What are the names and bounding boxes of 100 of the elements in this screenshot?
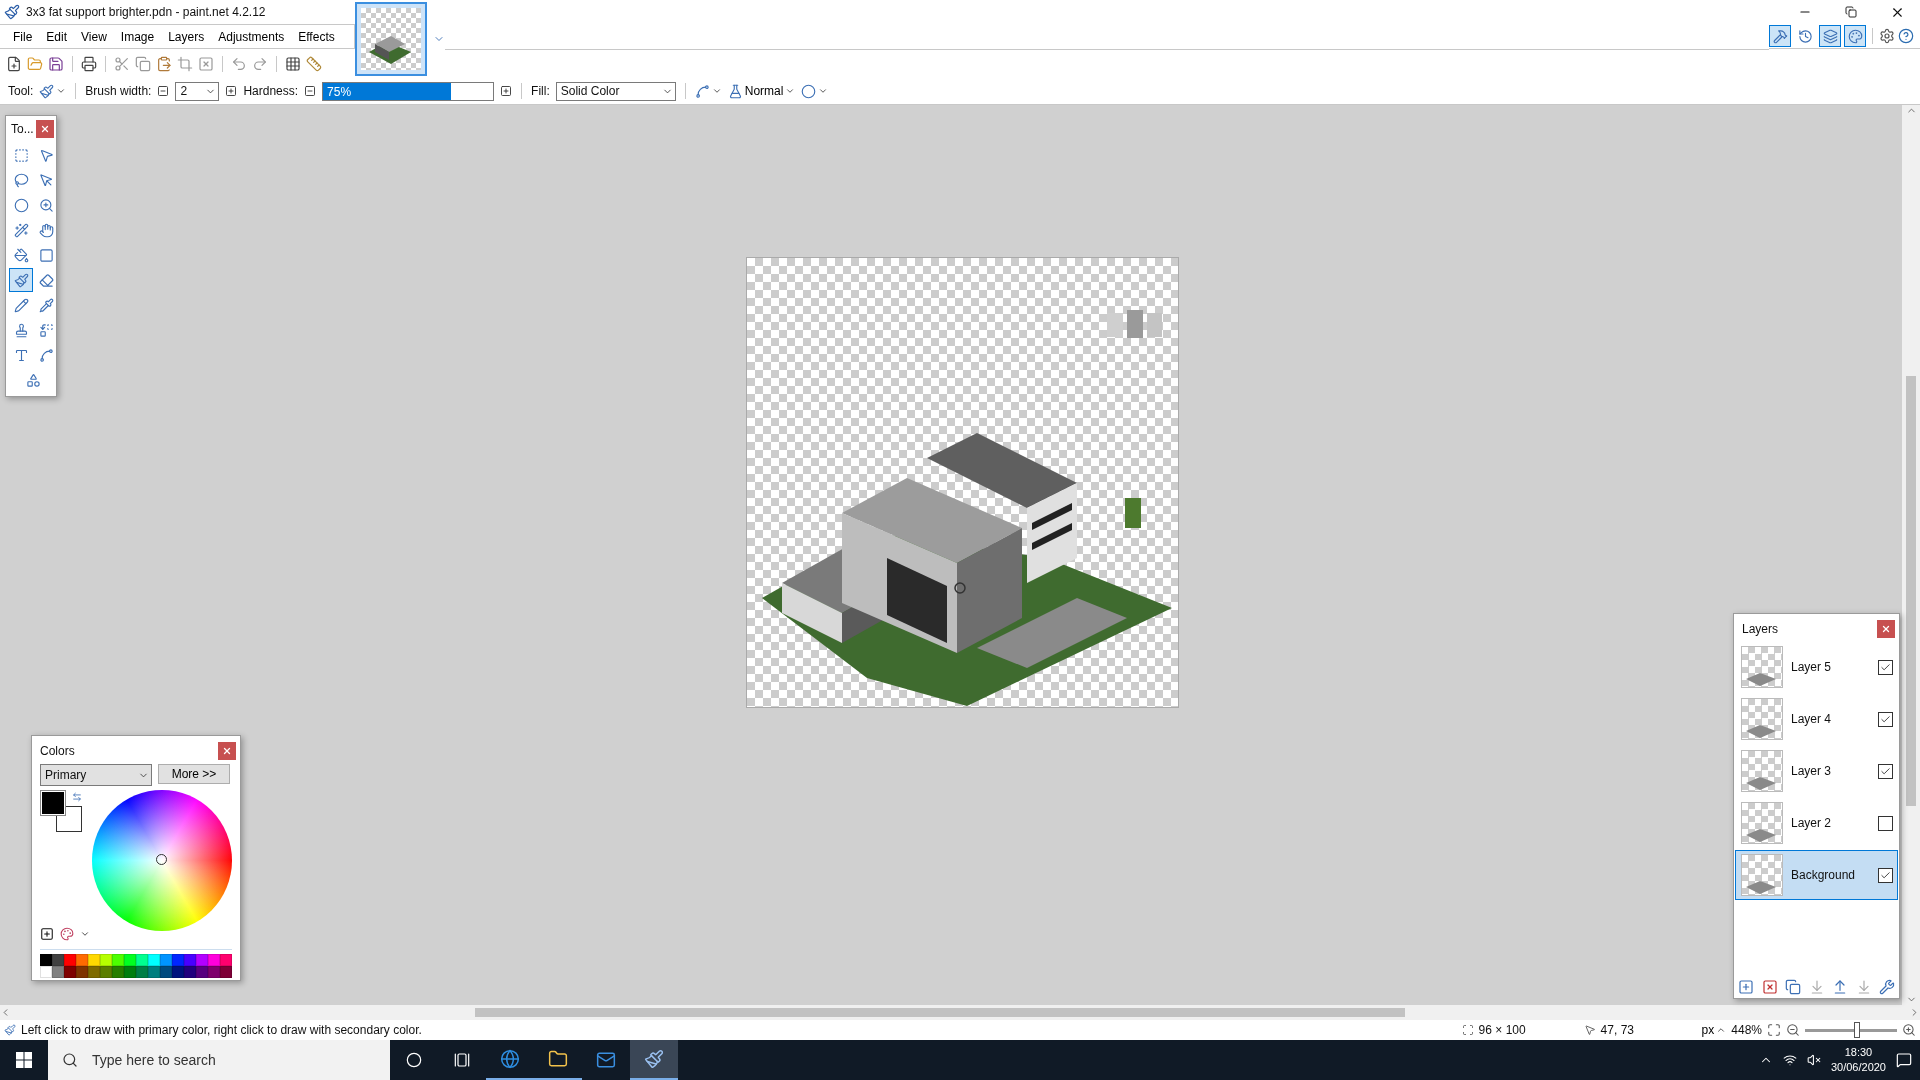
layer-row[interactable]: Layer 5 [1735, 642, 1898, 692]
palette-swatch[interactable] [172, 966, 184, 978]
menu-item[interactable]: Edit [39, 27, 75, 46]
save-icon[interactable] [48, 55, 64, 72]
palette-swatch[interactable] [184, 966, 196, 978]
paste-icon[interactable] [156, 55, 172, 72]
fill-dropdown[interactable]: Solid Color [555, 81, 676, 101]
zoom-out-icon[interactable] [1786, 1023, 1800, 1037]
palette-swatch[interactable] [124, 966, 136, 978]
redo-icon[interactable] [252, 55, 268, 72]
zoom-to-window-icon[interactable] [1767, 1023, 1781, 1037]
palette-swatch[interactable] [52, 966, 64, 978]
vertical-scrollbar[interactable] [1902, 105, 1920, 1005]
layer-row[interactable]: Layer 4 [1735, 694, 1898, 744]
cut-icon[interactable] [114, 55, 130, 72]
settings-icon[interactable] [1879, 28, 1895, 44]
selection-clipping-dropdown[interactable] [801, 83, 829, 99]
close-button[interactable] [218, 742, 236, 760]
palette-swatch[interactable] [100, 966, 112, 978]
palette-swatch[interactable] [88, 966, 100, 978]
colors-toggle-button[interactable] [1844, 25, 1866, 47]
increase-icon[interactable] [225, 85, 238, 97]
palette-swatch[interactable] [136, 966, 148, 978]
new-file-icon[interactable] [6, 55, 22, 72]
tool-button[interactable] [9, 268, 33, 292]
blend-mode-dropdown[interactable]: Normal [727, 83, 796, 99]
palette-swatch[interactable] [172, 954, 184, 966]
palette-swatch[interactable] [112, 966, 124, 978]
palette-swatch[interactable] [124, 954, 136, 966]
help-icon[interactable] [1898, 28, 1914, 44]
palette-swatch[interactable] [52, 954, 64, 966]
print-icon[interactable] [81, 55, 97, 72]
move-up-icon[interactable] [1832, 979, 1848, 995]
palette-swatch[interactable] [100, 954, 112, 966]
ruler-icon[interactable] [306, 55, 322, 72]
zoom-in-icon[interactable] [1902, 1023, 1916, 1037]
primary-color-swatch[interactable] [40, 790, 66, 816]
crop-icon[interactable] [177, 55, 193, 72]
layer-row[interactable]: Background [1735, 850, 1898, 900]
properties-icon[interactable] [1879, 979, 1895, 995]
decrease-icon[interactable] [157, 85, 170, 97]
notifications-icon[interactable] [1896, 1052, 1912, 1068]
layers-toggle-button[interactable] [1819, 25, 1841, 47]
close-button[interactable] [36, 120, 54, 138]
menu-item[interactable]: Layers [161, 27, 212, 46]
units-dropdown[interactable]: px [1701, 1023, 1727, 1037]
color-target-dropdown[interactable]: Primary [40, 764, 152, 786]
palette-swatch[interactable] [220, 966, 232, 978]
palette-swatch[interactable] [88, 954, 100, 966]
palette-swatch[interactable] [208, 954, 220, 966]
palette-swatch[interactable] [40, 966, 52, 978]
palette-swatch[interactable] [184, 954, 196, 966]
copy-icon[interactable] [135, 55, 151, 72]
palette-swatch[interactable] [64, 966, 76, 978]
add-to-palette-icon[interactable] [40, 927, 54, 941]
taskbar-clock[interactable]: 18:30 30/06/2020 [1830, 1045, 1886, 1075]
palette-swatch[interactable] [160, 954, 172, 966]
visibility-checkbox[interactable] [1878, 763, 1893, 779]
close-button[interactable] [1877, 620, 1895, 638]
horizontal-scrollbar[interactable] [0, 1005, 1920, 1020]
folder-icon[interactable] [27, 55, 43, 72]
tools-toggle-button[interactable] [1769, 25, 1791, 47]
palette-icon[interactable] [60, 927, 74, 941]
palette-swatch[interactable] [196, 966, 208, 978]
swap-colors-icon[interactable] [72, 792, 82, 802]
paint-app-taskbar-button[interactable] [630, 1040, 678, 1080]
grid-icon[interactable] [285, 55, 301, 72]
image-tab[interactable] [355, 2, 427, 76]
caret-icon[interactable] [80, 929, 90, 939]
palette-swatch[interactable] [40, 954, 52, 966]
undo-icon[interactable] [231, 55, 247, 72]
volume-muted-icon[interactable] [1806, 1053, 1821, 1067]
menu-item[interactable]: View [74, 27, 114, 46]
palette-swatch[interactable] [148, 954, 160, 966]
palette-swatch[interactable] [76, 954, 88, 966]
duplicate-layer-icon[interactable] [1785, 979, 1801, 995]
brush-width-field[interactable]: 2 [175, 81, 220, 101]
taskbar-search-field[interactable]: Type here to search [48, 1040, 390, 1080]
more-button[interactable]: More >> [158, 764, 230, 784]
menu-item[interactable]: Adjustments [211, 27, 292, 46]
decrease-icon[interactable] [304, 85, 317, 97]
palette-swatch[interactable] [160, 966, 172, 978]
palette-swatch[interactable] [220, 954, 232, 966]
layer-row[interactable]: Layer 2 [1735, 798, 1898, 848]
search-field[interactable]: Type here to search [90, 1051, 374, 1069]
palette-swatch[interactable] [196, 954, 208, 966]
hardness-slider[interactable]: 75% [322, 81, 495, 101]
menu-item[interactable]: Effects [291, 27, 342, 46]
menu-item[interactable]: File [6, 27, 40, 46]
tool-dropdown[interactable] [39, 83, 67, 99]
visibility-checkbox[interactable] [1878, 659, 1893, 675]
palette-swatch[interactable] [208, 966, 220, 978]
network-icon[interactable] [1782, 1053, 1797, 1067]
palette-swatch[interactable] [76, 966, 88, 978]
palette-swatch[interactable] [136, 954, 148, 966]
layer-row[interactable]: Layer 3 [1735, 746, 1898, 796]
palette-swatch[interactable] [112, 954, 124, 966]
antialiasing-dropdown[interactable] [694, 83, 722, 99]
deselect-icon[interactable] [198, 55, 214, 72]
delete-layer-icon[interactable] [1761, 979, 1778, 995]
